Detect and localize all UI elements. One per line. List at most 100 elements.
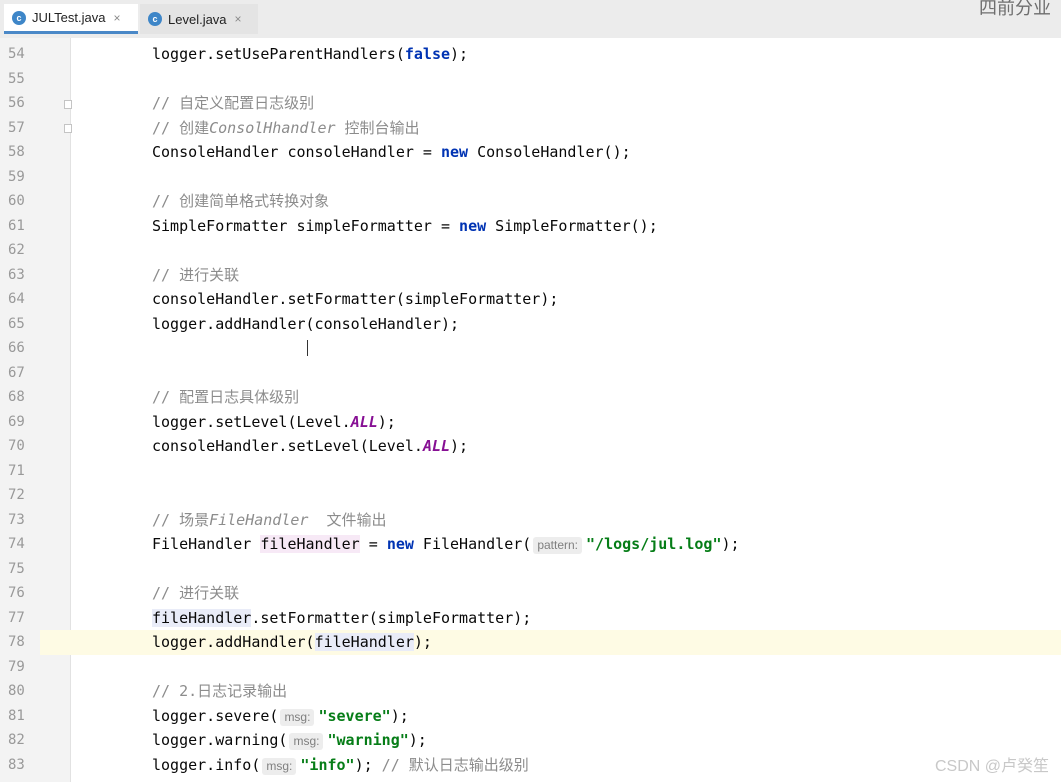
parameter-hint: msg:	[289, 733, 324, 750]
line-number: 78	[0, 630, 40, 655]
line-number: 76	[8, 585, 25, 601]
line-number: 56	[8, 95, 25, 111]
code-comment: // 场景	[152, 510, 210, 529]
code-line[interactable]: 74 FileHandler fileHandler = new FileHand…	[0, 532, 1061, 557]
tab-level[interactable]: c Level.java ×	[140, 4, 258, 34]
code-text: // 2.日志记录输出	[152, 679, 287, 704]
code-line[interactable]: 66	[0, 336, 1061, 361]
code-token: "severe"	[318, 706, 391, 725]
code-line[interactable]: 61 SimpleFormatter simpleFormatter = new …	[0, 214, 1061, 239]
code-line[interactable]: 76 // 进行关联	[0, 581, 1061, 606]
close-icon[interactable]: ×	[235, 12, 242, 26]
code-token: logger.addHandler(	[152, 633, 315, 651]
code-line[interactable]: 83 logger.info(msg: "info"); // 默认日志输出级别	[0, 753, 1061, 778]
code-text: // 自定义配置日志级别	[152, 91, 314, 116]
code-token: false	[404, 45, 451, 63]
code-line-current[interactable]: 78 logger.addHandler(fileHandler);	[0, 630, 1061, 655]
parameter-hint: pattern:	[533, 537, 583, 554]
code-line[interactable]: 79	[0, 655, 1061, 680]
code-token: "warning"	[327, 731, 409, 749]
line-number: 83	[8, 756, 25, 773]
code-line[interactable]: 58 ConsoleHandler consoleHandler = new Co…	[0, 140, 1061, 165]
code-line[interactable]: 64 consoleHandler.setFormatter(simpleForm…	[0, 287, 1061, 312]
parameter-hint: msg:	[262, 757, 297, 775]
line-number: 69	[8, 413, 25, 430]
code-text: // 进行关联	[152, 581, 239, 606]
line-number: 77	[8, 609, 25, 626]
code-line[interactable]: 55	[0, 67, 1061, 92]
code-line[interactable]: 77 fileHandler.setFormatter(simpleFormatt…	[0, 606, 1061, 631]
code-line[interactable]: 63 // 进行关联	[0, 263, 1061, 288]
line-number: 73	[8, 511, 25, 528]
code-token: logger.setUseParentHandlers(	[152, 45, 405, 63]
tab-jultest[interactable]: c JULTest.java ×	[4, 4, 138, 34]
code-comment: // 2.日志记录输出	[152, 682, 288, 700]
code-line[interactable]: 81 logger.severe(msg: "severe");	[0, 704, 1061, 729]
code-token: consoleHandler.setFormatter(simpleFormat…	[152, 290, 559, 308]
code-line[interactable]: 62	[0, 238, 1061, 263]
code-token: =	[359, 535, 387, 553]
line-number: 65	[8, 315, 25, 332]
code-line[interactable]: 57 // 创建ConsolHhandler 控制台输出	[0, 116, 1061, 141]
line-number: 67	[8, 364, 25, 381]
code-line[interactable]: 60 // 创建简单格式转换对象	[0, 189, 1061, 214]
code-comment: // 创建简单格式转换对象	[152, 192, 330, 210]
line-number: 62	[8, 242, 25, 258]
code-token: ALL	[350, 412, 378, 431]
code-line[interactable]: 71	[0, 459, 1061, 484]
code-token: ConsoleHandler consoleHandler =	[152, 143, 441, 161]
code-line[interactable]: 69 logger.setLevel(Level.ALL);	[0, 410, 1061, 435]
code-line[interactable]: 67	[0, 361, 1061, 386]
code-comment: 控制台输出	[335, 118, 420, 137]
code-line[interactable]: 82 logger.warning(msg: "warning");	[0, 728, 1061, 753]
code-token: SimpleFormatter simpleFormatter =	[152, 216, 460, 235]
editor-tab-bar: c JULTest.java × c Level.java × 四前分业	[0, 0, 1061, 39]
code-text: logger.addHandler(fileHandler);	[152, 630, 432, 655]
code-comment: ConsolHhandler	[209, 118, 336, 137]
code-comment: // 进行关联	[152, 265, 240, 284]
java-class-icon: c	[148, 12, 162, 26]
code-token: "/logs/jul.log"	[586, 535, 722, 553]
line-number: 72	[8, 487, 25, 503]
line-number: 64	[8, 291, 25, 307]
code-editor[interactable]: 54 logger.setUseParentHandlers(false); 55 5…	[0, 38, 1061, 782]
code-token: );	[390, 706, 409, 725]
line-number: 63	[8, 266, 25, 283]
code-token: );	[450, 437, 469, 455]
code-text: // 创建简单格式转换对象	[152, 189, 329, 214]
code-line[interactable]: 68 // 配置日志具体级别	[0, 385, 1061, 410]
code-token: fileHandler	[152, 608, 252, 627]
code-token: logger.info(	[152, 755, 261, 774]
line-number: 82	[8, 732, 25, 748]
line-number: 75	[8, 560, 25, 577]
code-line[interactable]: 54 logger.setUseParentHandlers(false);	[0, 42, 1061, 67]
code-token: FileHandler	[152, 535, 261, 553]
line-number: 57	[8, 119, 25, 136]
close-icon[interactable]: ×	[113, 11, 120, 25]
code-line[interactable]: 72	[0, 483, 1061, 508]
line-number: 70	[8, 438, 25, 454]
corner-overlay-text: 四前分业	[979, 0, 1051, 18]
code-line[interactable]: 80 // 2.日志记录输出	[0, 679, 1061, 704]
code-token: new	[386, 535, 414, 553]
line-number: 80	[8, 683, 25, 699]
code-lines: 54 logger.setUseParentHandlers(false); 55 5…	[0, 42, 1061, 777]
code-text: // 创建ConsolHhandler 控制台输出	[152, 116, 420, 141]
code-comment: // 配置日志具体级别	[152, 388, 300, 406]
code-line[interactable]: 70 consoleHandler.setLevel(Level.ALL);	[0, 434, 1061, 459]
code-line[interactable]: 65 logger.addHandler(consoleHandler);	[0, 312, 1061, 337]
code-text: logger.warning(msg: "warning");	[152, 728, 427, 753]
code-token: SimpleFormatter();	[486, 216, 658, 235]
code-line[interactable]: 59	[0, 165, 1061, 190]
parameter-hint: msg:	[280, 708, 315, 726]
line-number: 60	[8, 193, 25, 209]
code-line[interactable]: 73 // 场景FileHandler 文件输出	[0, 508, 1061, 533]
code-line[interactable]: 56 // 自定义配置日志级别	[0, 91, 1061, 116]
code-token: FileHandler(	[413, 535, 532, 553]
line-number: 81	[8, 707, 25, 724]
code-token: logger.setLevel(Level.	[152, 412, 351, 431]
code-line[interactable]: 75	[0, 557, 1061, 582]
code-token: );	[377, 412, 396, 431]
code-token: fileHandler	[260, 535, 360, 553]
code-token: logger.warning(	[152, 731, 288, 749]
